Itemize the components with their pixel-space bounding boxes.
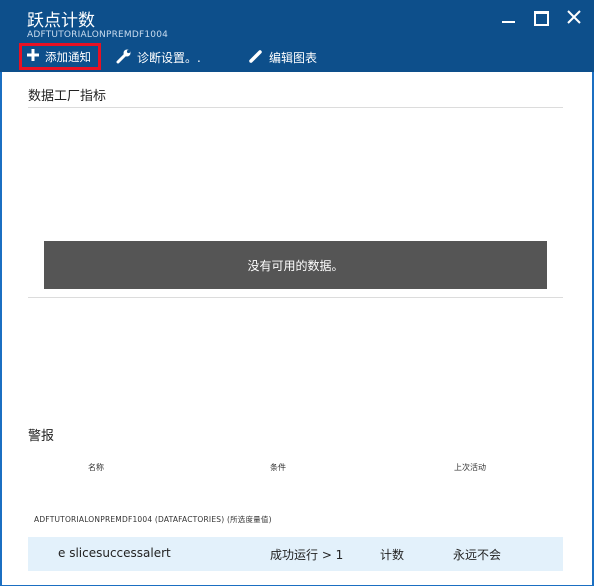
window-frame-left: [0, 0, 2, 586]
close-icon[interactable]: [565, 8, 583, 26]
alert-aggregation: 计数: [380, 548, 405, 562]
blade-header: 跃点计数 ADFTUTORIALONPREMDF1004 添加通知 诊断设置。.: [0, 0, 594, 72]
diagnostics-settings-label: 诊断设置。.: [137, 50, 201, 65]
column-header-condition[interactable]: 条件: [270, 462, 286, 473]
divider: [28, 107, 563, 108]
alert-condition: 成功运行 > 1: [270, 548, 344, 562]
add-alert-button[interactable]: 添加通知: [19, 43, 101, 70]
blade-subtitle: ADFTUTORIALONPREMDF1004: [27, 30, 169, 40]
pencil-icon: [248, 48, 264, 67]
diagnostics-settings-button[interactable]: 诊断设置。.: [116, 44, 201, 70]
alert-name: e slicesuccessalert: [58, 546, 171, 560]
alert-group-label: ADFTUTORIALONPREMDF1004 (DATAFACTORIES) …: [34, 515, 272, 524]
wrench-icon: [116, 48, 132, 67]
alert-row[interactable]: e slicesuccessalert 成功运行 > 1 计数 永远不会: [28, 537, 563, 571]
blade-title: 跃点计数: [27, 11, 95, 31]
edit-chart-label: 编辑图表: [269, 50, 318, 65]
edit-chart-button[interactable]: 编辑图表: [248, 44, 317, 70]
plus-icon: [26, 48, 40, 65]
divider: [28, 297, 563, 298]
no-data-banner: 没有可用的数据。: [44, 241, 547, 289]
minimize-icon[interactable]: [500, 8, 518, 26]
column-header-last-active[interactable]: 上次活动: [454, 462, 486, 473]
alert-last-active: 永远不会: [453, 548, 502, 562]
add-alert-label: 添加通知: [45, 49, 91, 64]
column-header-name[interactable]: 名称: [88, 462, 104, 473]
maximize-icon[interactable]: [532, 8, 550, 26]
alerts-section-title: 警报: [28, 429, 55, 444]
metrics-section-title: 数据工厂指标: [28, 89, 107, 104]
